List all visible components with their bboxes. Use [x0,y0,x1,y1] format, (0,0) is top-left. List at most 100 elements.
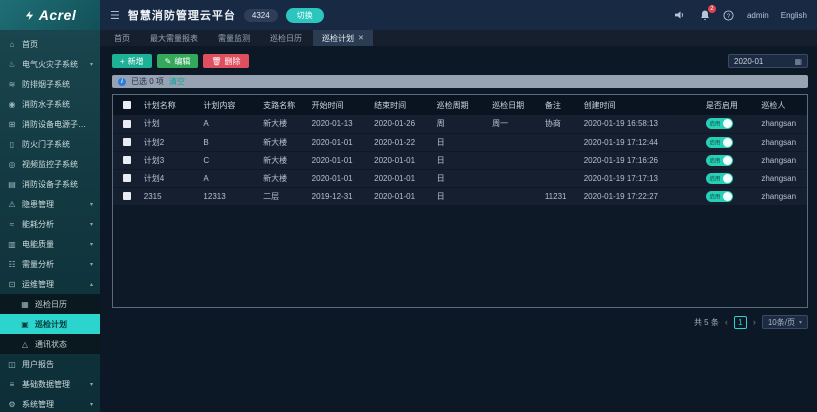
cell-inspector: zhangsan [758,115,807,133]
sidebar-item-fire-water[interactable]: ◉ 消防水子系统 [0,94,100,114]
row-checkbox[interactable] [123,138,131,146]
cell-end: 2020-01-01 [371,169,433,187]
prev-page-icon[interactable]: ‹ [725,317,728,327]
sidebar-item-fire-door[interactable]: ▯ 防火门子系统 [0,134,100,154]
app-window: Acrel ☰ 智慧消防管理云平台 4324 切换 2 ? admin Engl… [0,0,817,412]
sidebar-item-comm-status[interactable]: △通讯状态 [0,334,100,354]
tab-inspection-plan[interactable]: 巡检计划✕ [313,30,373,46]
tab-bar: 首页最大需量报表需量监测巡检日历巡检计划✕ [100,30,817,46]
cell-cycle: 日 [434,169,490,187]
cell-cycle: 日 [434,151,490,169]
add-button[interactable]: +新增 [112,54,152,68]
cell-remark: 协商 [542,115,581,133]
sidebar-item-label: 巡检计划 [35,319,67,330]
clear-selection-link[interactable]: 清空 [169,76,185,87]
page-number-button[interactable]: 1 [734,316,747,329]
cell-date: 周一 [489,115,542,133]
toggle-knob [723,138,732,147]
cell-end: 2020-01-01 [371,151,433,169]
sidebar-item-home[interactable]: ⌂首页 [0,34,100,54]
enable-toggle[interactable]: 启用 [706,173,733,184]
chevron-down-icon: ▾ [799,319,802,326]
count-badge: 4324 [244,9,278,22]
row-checkbox[interactable] [123,156,131,164]
sidebar-item-fire-equipment-power[interactable]: ⊞消防设备电源子系统 [0,114,100,134]
cell-start: 2020-01-01 [309,151,371,169]
enable-toggle[interactable]: 启用 [706,118,733,129]
toggle-label: 启用 [707,192,721,200]
column-header: 巡检日期 [489,95,542,115]
sidebar-item-label: 视频监控子系统 [22,159,78,170]
chevron-down-icon: ▾ [90,241,93,248]
sidebar-item-energy-analysis[interactable]: ≈能耗分析▾ [0,214,100,234]
tab-home[interactable]: 首页 [105,30,139,46]
sidebar-item-label: 消防水子系统 [22,99,70,110]
column-header: 备注 [542,95,581,115]
cell-remark [542,169,581,187]
page-title: 智慧消防管理云平台 [128,7,236,23]
inspection-plan-table-panel: 计划名称计划内容支路名称开始时间结束时间巡检周期巡检日期备注创建时间是否启用巡检… [112,94,808,308]
delete-button[interactable]: 🗑删除 [203,54,248,68]
enable-toggle[interactable]: 启用 [706,155,733,166]
switch-button[interactable]: 切换 [286,8,324,23]
table-header-row: 计划名称计划内容支路名称开始时间结束时间巡检周期巡检日期备注创建时间是否启用巡检… [113,95,807,115]
next-page-icon[interactable]: › [753,317,756,327]
language-switcher[interactable]: English [781,11,807,20]
calendar-icon: ▦ [794,57,802,66]
sidebar-item-label: 运维管理 [22,279,54,290]
tab-demand-monitor[interactable]: 需量监测 [209,30,259,46]
tab-max-demand-report[interactable]: 最大需量报表 [141,30,207,46]
sidebar-collapse-icon[interactable]: ☰ [110,9,120,22]
sidebar-item-power-quality[interactable]: ▥电能质量▾ [0,234,100,254]
notification-count-badge: 2 [708,5,716,13]
cell-start: 2020-01-13 [309,115,371,133]
sidebar-item-label: 防火门子系统 [22,139,70,150]
sidebar-item-inspection-plan[interactable]: ▣巡检计划 [0,314,100,334]
sidebar-item-base-data[interactable]: ≡基础数据管理▾ [0,374,100,394]
row-checkbox[interactable] [123,174,131,182]
table-row: 计划2B新大楼2020-01-012020-01-22日2020-01-19 1… [113,133,807,151]
enable-toggle[interactable]: 启用 [706,191,733,202]
cell-cycle: 日 [434,133,490,151]
sidebar-item-label: 首页 [22,39,38,50]
sidebar-item-label: 电气火灾子系统 [22,59,78,70]
sidebar-item-electrical-fire[interactable]: ♨电气火灾子系统▾ [0,54,100,74]
user-menu[interactable]: admin [747,11,769,20]
sidebar-item-video-surveillance[interactable]: ◎视频监控子系统 [0,154,100,174]
enable-toggle[interactable]: 启用 [706,137,733,148]
cell-start: 2019-12-31 [309,187,371,205]
volume-icon[interactable] [675,9,687,21]
sidebar-item-ops-management[interactable]: ⊡运维管理▴ [0,274,100,294]
content-area: +新增 ✎编辑 🗑删除 2020-01 ▦ i 已选 0 项 清空 [100,46,817,412]
month-picker[interactable]: 2020-01 ▦ [728,54,808,68]
sidebar-item-system-management[interactable]: ⚙系统管理▾ [0,394,100,412]
sidebar-item-inspection-calendar[interactable]: ▦巡检日历 [0,294,100,314]
sidebar-item-user-report[interactable]: ◫用户报告 [0,354,100,374]
tab-inspection-calendar[interactable]: 巡检日历 [261,30,311,46]
table-row: 231512313二层2019-12-312020-01-01日11231202… [113,187,807,205]
column-header: 巡检周期 [434,95,490,115]
demand-icon: ☷ [7,260,17,269]
sidebar-item-hazard-management[interactable]: ⚠隐患管理▾ [0,194,100,214]
door-icon: ▯ [7,140,17,149]
cell-start: 2020-01-01 [309,169,371,187]
sidebar-item-label: 消防设备电源子系统 [22,119,93,130]
tab-close-icon[interactable]: ✕ [358,34,364,42]
sidebar-item-demand-analysis[interactable]: ☷需量分析▾ [0,254,100,274]
cell-name: 计划 [141,115,201,133]
cell-branch: 新大楼 [260,169,309,187]
chevron-up-icon: ▴ [90,281,93,288]
page-size-select[interactable]: 10条/页 ▾ [762,315,808,329]
select-all-checkbox[interactable] [123,101,131,109]
sidebar-item-smoke-control[interactable]: ≋防排烟子系统 [0,74,100,94]
cell-remark: 11231 [542,187,581,205]
row-checkbox[interactable] [123,120,131,128]
bell-icon[interactable]: 2 [699,9,711,21]
water-icon: ◉ [7,100,17,109]
edit-button[interactable]: ✎编辑 [157,54,199,68]
sidebar-item-fire-equipment[interactable]: ▤消防设备子系统 [0,174,100,194]
row-checkbox[interactable] [123,192,131,200]
cell-content: A [200,115,260,133]
quality-icon: ▥ [7,240,17,249]
help-icon[interactable]: ? [723,9,735,21]
